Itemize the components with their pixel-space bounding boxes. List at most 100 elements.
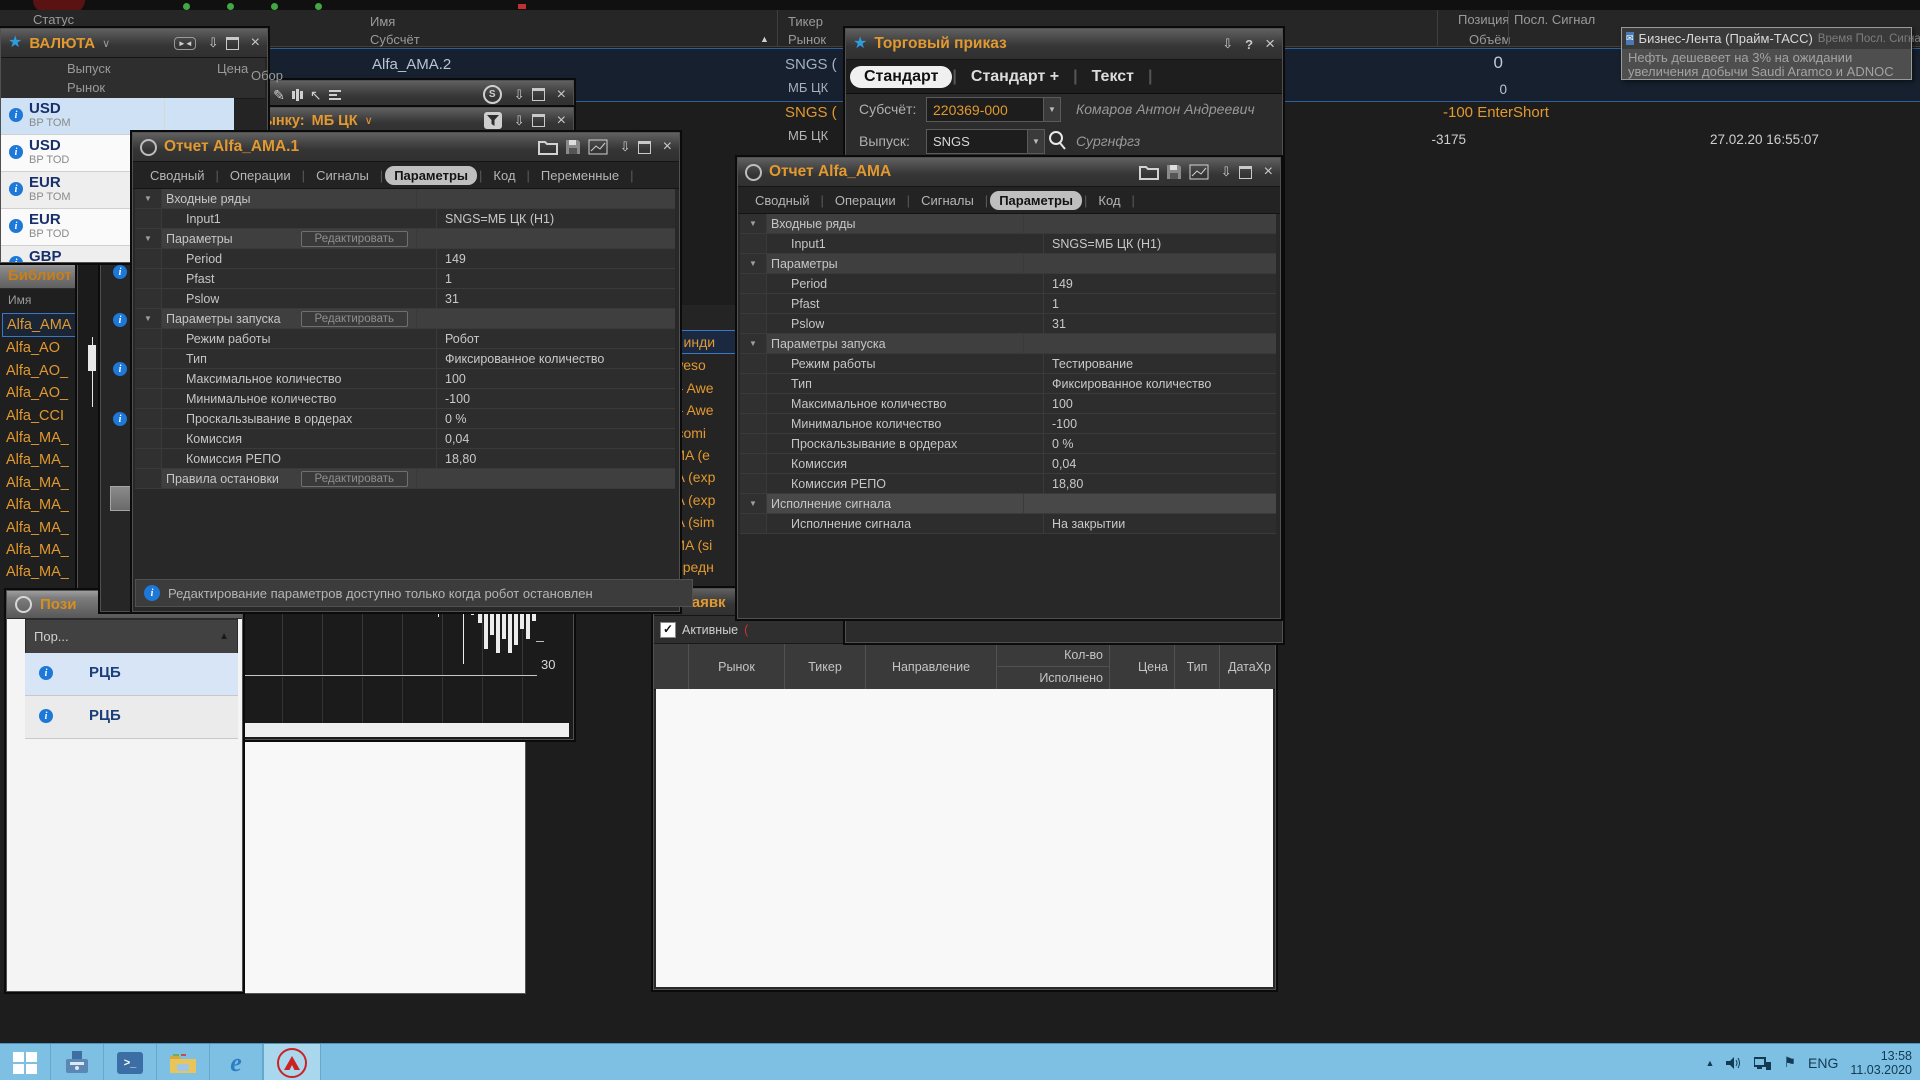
tray-expand-icon[interactable]: ▲ bbox=[1706, 1058, 1715, 1068]
param-row-Pslow[interactable]: Pslow31 bbox=[740, 314, 1276, 334]
col-name[interactable]: Имя bbox=[370, 14, 395, 29]
orders-col-Направление[interactable]: Направление bbox=[866, 644, 997, 689]
param-row-Входные ряды[interactable]: ▼Входные ряды bbox=[135, 189, 675, 209]
col-status[interactable]: Статус bbox=[33, 12, 74, 27]
param-row-Period[interactable]: Period149 bbox=[135, 249, 675, 269]
merge-icon[interactable]: ►◄ bbox=[174, 37, 196, 50]
active-checkbox[interactable]: ✓ bbox=[660, 622, 676, 638]
library-col-name[interactable]: Имя bbox=[8, 293, 31, 307]
tab-Параметры[interactable]: Параметры bbox=[385, 166, 477, 185]
orders-window[interactable]: ★ Заявк ✓ Активные ( РынокТикерНаправлен… bbox=[653, 588, 1276, 990]
tab-Переменные[interactable]: Переменные bbox=[532, 166, 628, 185]
param-row-Input1[interactable]: Input1SNGS=МБ ЦК (H1) bbox=[740, 234, 1276, 254]
tab-Текст[interactable]: Текст bbox=[1078, 66, 1148, 88]
info-icon[interactable]: i bbox=[9, 108, 23, 122]
param-row-Параметры запуска[interactable]: ▼Параметры запуска bbox=[740, 334, 1276, 354]
param-row-Проскальзывание в ордерах[interactable]: Проскальзывание в ордерах0 % bbox=[135, 409, 675, 429]
tab-Сигналы[interactable]: Сигналы bbox=[307, 166, 378, 185]
param-row-Правила остановки[interactable]: Правила остановкиРедактировать bbox=[135, 469, 675, 489]
server-manager-button[interactable] bbox=[51, 1044, 104, 1080]
maximize-button[interactable] bbox=[638, 141, 651, 154]
param-row-Входные ряды[interactable]: ▼Входные ряды bbox=[740, 214, 1276, 234]
col-subaccount[interactable]: Субсчёт bbox=[370, 32, 420, 47]
col-turnover[interactable]: Обор bbox=[251, 68, 283, 83]
tab-Код[interactable]: Код bbox=[484, 166, 524, 185]
param-row-Комиссия[interactable]: Комиссия0,04 bbox=[135, 429, 675, 449]
param-row-Минимальное количество[interactable]: Минимальное количество-100 bbox=[135, 389, 675, 409]
maximize-button[interactable] bbox=[1239, 166, 1252, 179]
search-icon[interactable] bbox=[1047, 129, 1067, 152]
active-checkbox-label[interactable]: Активные bbox=[682, 623, 738, 637]
sort-asc-icon[interactable]: ▲ bbox=[760, 34, 769, 44]
rating-scroll-button[interactable] bbox=[110, 486, 133, 511]
col-issue[interactable]: Выпуск bbox=[67, 61, 111, 76]
param-row-Минимальное количество[interactable]: Минимальное количество-100 bbox=[740, 414, 1276, 434]
param-row-Максимальное количество[interactable]: Максимальное количество100 bbox=[135, 369, 675, 389]
pin-button[interactable]: ⇩ bbox=[620, 139, 631, 155]
info-icon[interactable]: i bbox=[113, 313, 127, 327]
edit-button[interactable]: Редактировать bbox=[301, 231, 408, 247]
close-button[interactable]: × bbox=[557, 86, 566, 104]
open-folder-icon[interactable] bbox=[1139, 165, 1159, 180]
tab-Сводный[interactable]: Сводный bbox=[746, 191, 818, 210]
group-arrow-icon[interactable]: ▼ bbox=[135, 189, 162, 208]
tab-Сводный[interactable]: Сводный bbox=[141, 166, 213, 185]
group-arrow-icon[interactable]: ▼ bbox=[740, 334, 767, 353]
open-folder-icon[interactable] bbox=[538, 140, 558, 155]
tab-Операции[interactable]: Операции bbox=[826, 191, 905, 210]
tab-Стандарт[interactable]: Стандарт bbox=[850, 66, 952, 88]
powershell-button[interactable]: >_ bbox=[104, 1044, 157, 1080]
group-arrow-icon[interactable]: ▼ bbox=[740, 494, 767, 513]
levels-icon[interactable] bbox=[329, 90, 341, 100]
positions-col-label[interactable]: Пор... bbox=[34, 629, 69, 644]
info-icon[interactable]: i bbox=[113, 412, 127, 426]
edit-button[interactable]: Редактировать bbox=[301, 311, 408, 327]
help-button[interactable]: ? bbox=[1245, 37, 1253, 52]
close-button[interactable]: × bbox=[557, 112, 566, 130]
pin-button[interactable]: ⇩ bbox=[514, 113, 525, 129]
save-icon[interactable] bbox=[565, 139, 581, 155]
param-row-Режим работы[interactable]: Режим работыРобот bbox=[135, 329, 675, 349]
info-icon[interactable]: i bbox=[9, 256, 23, 262]
param-row-Pslow[interactable]: Pslow31 bbox=[135, 289, 675, 309]
issue-select[interactable]: SNGS ▼ bbox=[926, 129, 1045, 154]
maximize-button[interactable] bbox=[532, 114, 545, 127]
col-ticker[interactable]: Тикер bbox=[788, 14, 823, 29]
param-row-Максимальное количество[interactable]: Максимальное количество100 bbox=[740, 394, 1276, 414]
col-position[interactable]: Позиция bbox=[1458, 12, 1509, 27]
param-row-Исполнение сигнала[interactable]: Исполнение сигналаНа закрытии bbox=[740, 514, 1276, 534]
start-button[interactable] bbox=[0, 1044, 51, 1080]
param-row-Pfast[interactable]: Pfast1 bbox=[740, 294, 1276, 314]
group-arrow-icon[interactable]: ▼ bbox=[135, 309, 162, 328]
param-row-Исполнение сигнала[interactable]: ▼Исполнение сигнала bbox=[740, 494, 1276, 514]
file-explorer-button[interactable] bbox=[157, 1044, 210, 1080]
news-popup[interactable]: ✉ Бизнес-Лента (Прайм-ТАСС) Время Посл. … bbox=[1621, 27, 1912, 80]
param-row-Режим работы[interactable]: Режим работыТестирование bbox=[740, 354, 1276, 374]
group-arrow-icon[interactable]: ▼ bbox=[135, 229, 162, 248]
orders-col-Рынок[interactable]: Рынок bbox=[689, 644, 785, 689]
maximize-button[interactable] bbox=[532, 88, 545, 101]
info-icon[interactable]: i bbox=[9, 182, 23, 196]
pin-button[interactable]: ⇩ bbox=[1222, 36, 1233, 52]
pin-button[interactable]: ⇩ bbox=[208, 35, 219, 51]
sort-asc-icon[interactable]: ▲ bbox=[219, 631, 229, 642]
chart-report-icon[interactable] bbox=[1189, 164, 1209, 180]
positions-header[interactable]: Пор... ▲ bbox=[25, 619, 238, 654]
chevron-down-icon[interactable]: ∨ bbox=[365, 114, 373, 127]
report2-window[interactable]: Отчет Alfa_AMA ⇩ × Сводный|Операции|Сигн… bbox=[737, 157, 1281, 619]
param-row-Проскальзывание в ордерах[interactable]: Проскальзывание в ордерах0 % bbox=[740, 434, 1276, 454]
dropdown-arrow-icon[interactable]: ▼ bbox=[1043, 98, 1060, 121]
subaccount-select[interactable]: 220369-000 ▼ bbox=[926, 97, 1061, 122]
currency-window-title[interactable]: ВАЛЮТА bbox=[29, 35, 95, 52]
info-icon[interactable]: i bbox=[9, 219, 23, 233]
action-center-flag-icon[interactable]: ⚑ bbox=[1783, 1054, 1796, 1071]
filter-icon[interactable] bbox=[484, 112, 502, 129]
group-arrow-icon[interactable]: ▼ bbox=[740, 214, 767, 233]
orders-col-Цена[interactable]: Цена bbox=[1110, 644, 1175, 689]
pattern-icon[interactable] bbox=[292, 89, 303, 101]
col-market[interactable]: Рынок bbox=[788, 32, 826, 47]
tab-Операции[interactable]: Операции bbox=[221, 166, 300, 185]
chevron-down-icon[interactable]: ∨ bbox=[102, 37, 110, 50]
param-row-Комиссия[interactable]: Комиссия0,04 bbox=[740, 454, 1276, 474]
trading-app-button[interactable] bbox=[263, 1044, 321, 1080]
